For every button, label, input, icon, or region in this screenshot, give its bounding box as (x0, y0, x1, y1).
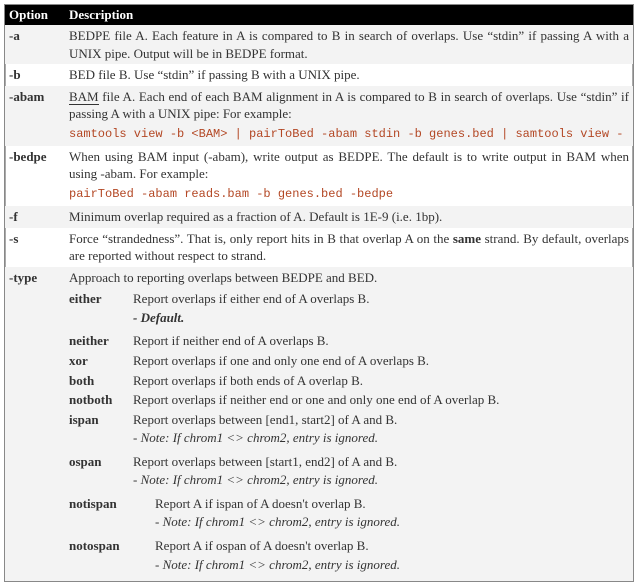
opt-s: -s (5, 228, 65, 267)
code-abam: samtools view -b <BAM> | pairToBed -abam… (69, 126, 629, 142)
type-notospan-val: Report A if ospan of A doesn't overlap B… (155, 537, 629, 555)
type-notboth-val: Report overlaps if neither end or one an… (133, 391, 629, 409)
header-description: Description (65, 5, 633, 25)
type-notboth: notboth Report overlaps if neither end o… (69, 391, 629, 409)
type-both-key: both (69, 372, 133, 390)
row-abam: -abam BAM file A. Each end of each BAM a… (5, 86, 633, 146)
options-table-frame: Option Description -a BEDPE file A. Each… (4, 4, 634, 582)
desc-bedpe-text: When using BAM input (-abam), write outp… (69, 149, 629, 182)
type-either-note-text: - Default. (133, 310, 184, 325)
type-notispan: notispan Report A if ispan of A doesn't … (69, 495, 629, 513)
type-notispan-key: notispan (69, 495, 155, 513)
type-ospan: ospan Report overlaps between [start1, e… (69, 453, 629, 471)
type-ospan-note: - Note: If chrom1 <> chrom2, entry is ig… (133, 471, 629, 489)
row-a: -a BEDPE file A. Each feature in A is co… (5, 25, 633, 64)
code-bedpe: pairToBed -abam reads.bam -b genes.bed -… (69, 186, 629, 202)
type-xor: xor Report overlaps if one and only one … (69, 352, 629, 370)
opt-f: -f (5, 206, 65, 228)
header-option: Option (5, 5, 65, 25)
type-notospan-key: notospan (69, 537, 155, 555)
opt-a: -a (5, 25, 65, 64)
row-s: -s Force “strandedness”. That is, only r… (5, 228, 633, 267)
type-both: both Report overlaps if both ends of A o… (69, 372, 629, 390)
desc-a: BEDPE file A. Each feature in A is compa… (65, 25, 633, 64)
table-header-row: Option Description (5, 5, 633, 25)
type-notospan-note: - Note: If chrom1 <> chrom2, entry is ig… (155, 556, 629, 574)
type-either-key: either (69, 290, 133, 308)
row-bedpe: -bedpe When using BAM input (-abam), wri… (5, 146, 633, 206)
type-either-val: Report overlaps if either end of A overl… (133, 290, 629, 308)
opt-b: -b (5, 64, 65, 86)
desc-b: BED file B. Use “stdin” if passing B wit… (65, 64, 633, 86)
row-f: -f Minimum overlap required as a fractio… (5, 206, 633, 228)
type-xor-key: xor (69, 352, 133, 370)
desc-type: Approach to reporting overlaps between B… (65, 267, 633, 581)
desc-s-pre: Force “strandedness”. That is, only repo… (69, 231, 453, 246)
desc-s-same: same (453, 231, 481, 246)
type-ispan-key: ispan (69, 411, 133, 429)
desc-bedpe: When using BAM input (-abam), write outp… (65, 146, 633, 206)
desc-abam-rest: file A. Each end of each BAM alignment i… (69, 89, 629, 122)
type-either: either Report overlaps if either end of … (69, 290, 629, 308)
type-either-note: - Default. (133, 309, 629, 327)
type-notboth-key: notboth (69, 391, 133, 409)
type-notispan-val: Report A if ispan of A doesn't overlap B… (155, 495, 629, 513)
row-type: -type Approach to reporting overlaps bet… (5, 267, 633, 581)
desc-s: Force “strandedness”. That is, only repo… (65, 228, 633, 267)
desc-f: Minimum overlap required as a fraction o… (65, 206, 633, 228)
type-notispan-note: - Note: If chrom1 <> chrom2, entry is ig… (155, 513, 629, 531)
type-neither-val: Report if neither end of A overlaps B. (133, 332, 629, 350)
type-ospan-val: Report overlaps between [start1, end2] o… (133, 453, 629, 471)
type-neither: neither Report if neither end of A overl… (69, 332, 629, 350)
type-notospan: notospan Report A if ospan of A doesn't … (69, 537, 629, 555)
opt-type: -type (5, 267, 65, 581)
type-both-val: Report overlaps if both ends of A overla… (133, 372, 629, 390)
row-b: -b BED file B. Use “stdin” if passing B … (5, 64, 633, 86)
options-table: Option Description -a BEDPE file A. Each… (5, 5, 633, 581)
opt-bedpe: -bedpe (5, 146, 65, 206)
type-sublist: either Report overlaps if either end of … (69, 290, 629, 573)
desc-abam-bam: BAM (69, 89, 99, 105)
desc-type-intro: Approach to reporting overlaps between B… (69, 270, 377, 285)
desc-abam: BAM file A. Each end of each BAM alignme… (65, 86, 633, 146)
type-neither-key: neither (69, 332, 133, 350)
type-ispan-val: Report overlaps between [end1, start2] o… (133, 411, 629, 429)
type-ospan-key: ospan (69, 453, 133, 471)
opt-abam: -abam (5, 86, 65, 146)
type-ispan: ispan Report overlaps between [end1, sta… (69, 411, 629, 429)
type-ispan-note: - Note: If chrom1 <> chrom2, entry is ig… (133, 429, 629, 447)
type-xor-val: Report overlaps if one and only one end … (133, 352, 629, 370)
